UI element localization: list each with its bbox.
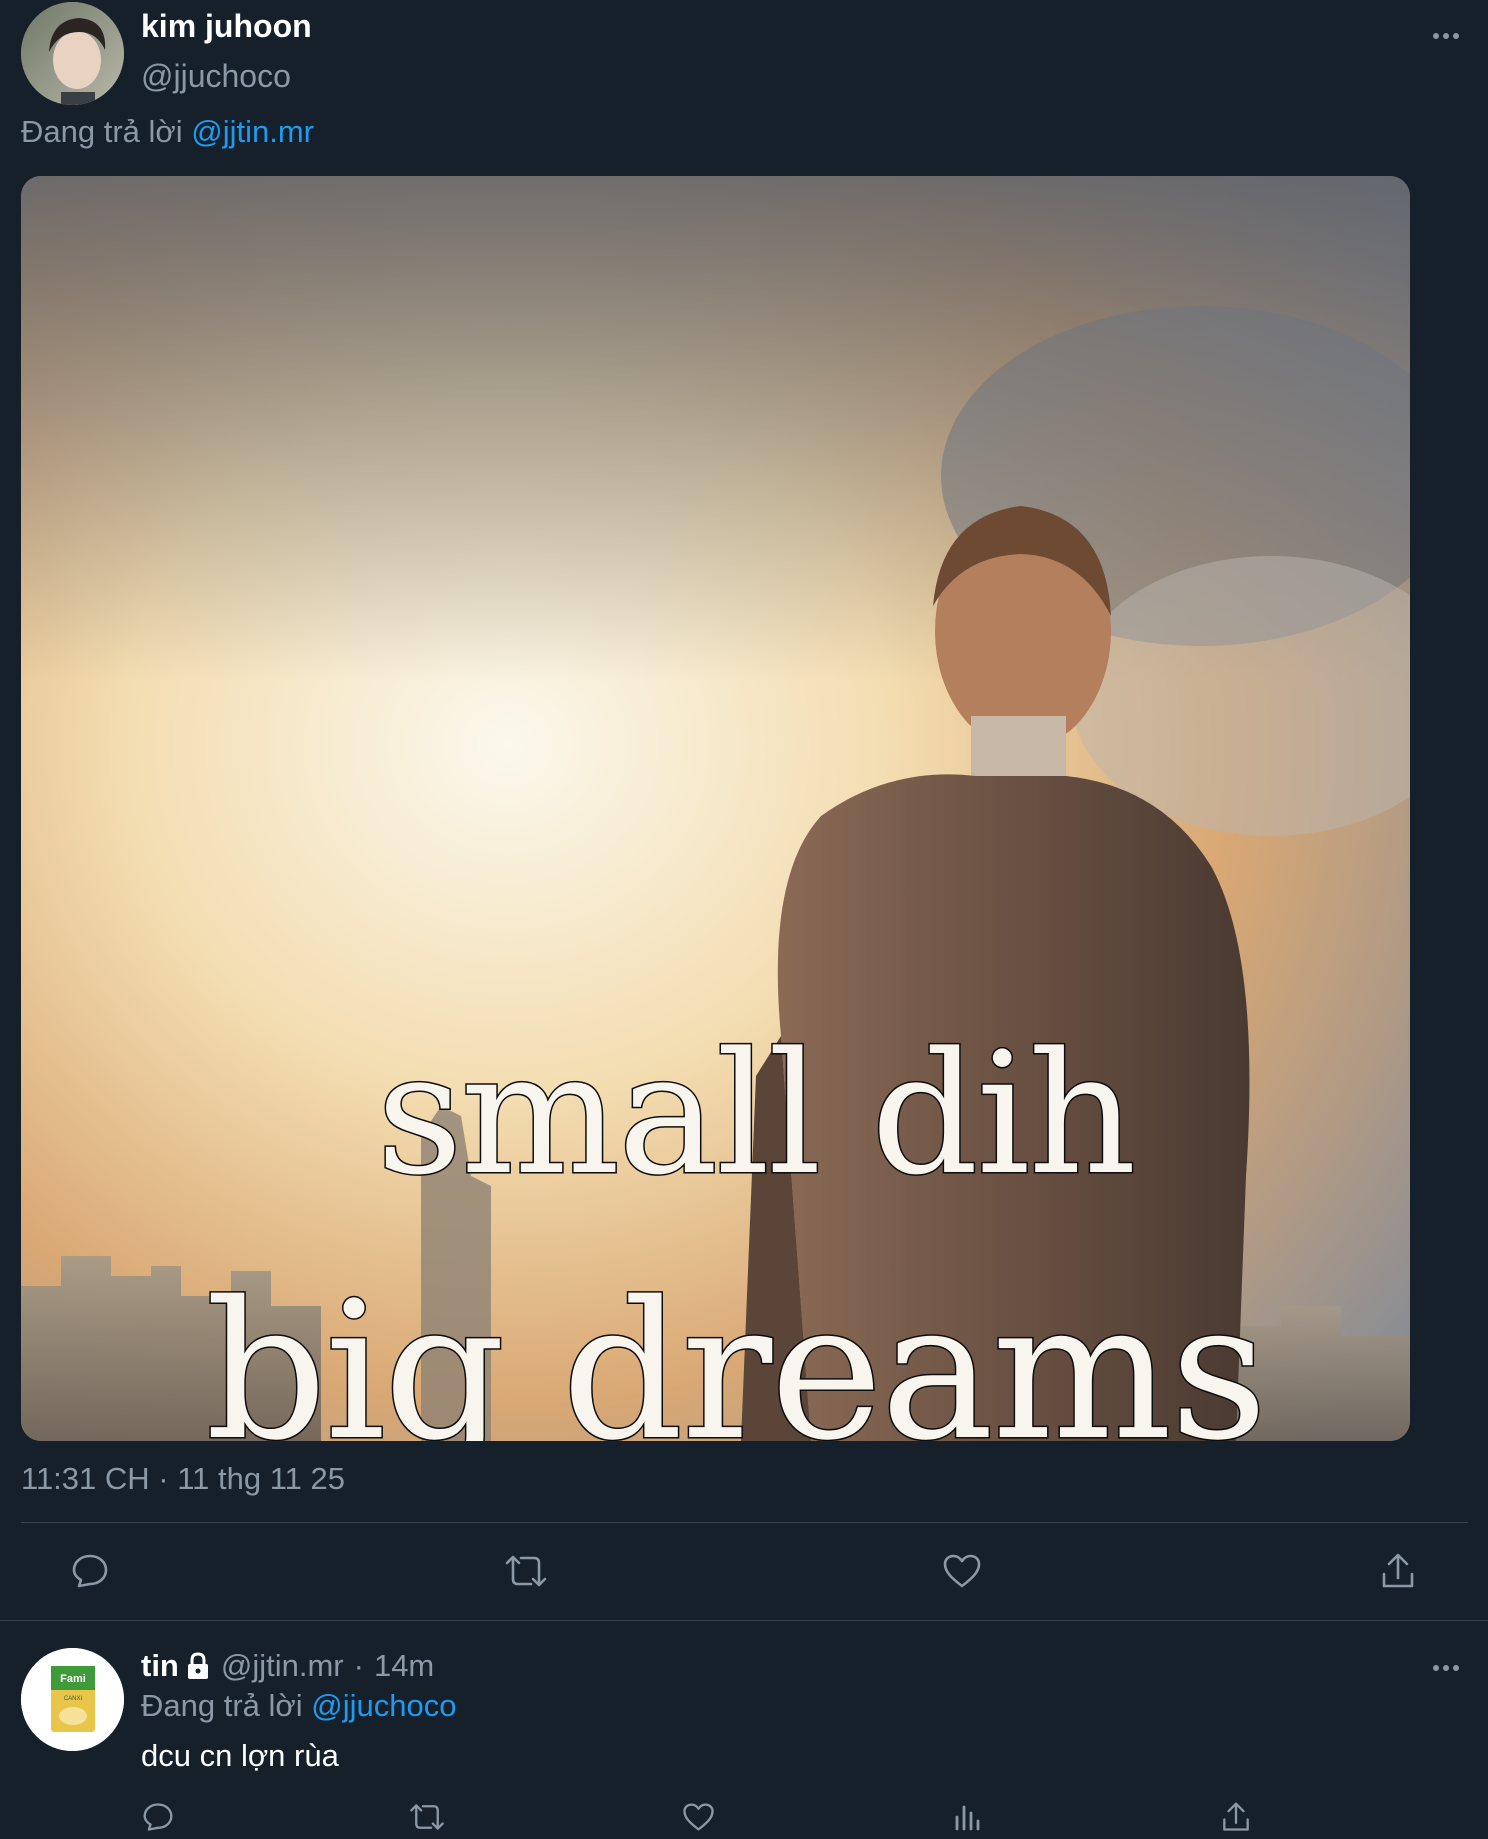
tweet-timestamp[interactable]: 11:31 CH · 11 thg 11 25 (21, 1461, 345, 1497)
reply-icon[interactable] (65, 1546, 115, 1596)
author-name[interactable]: kim juhoon (141, 8, 312, 45)
lock-icon (185, 1652, 211, 1680)
divider (0, 1620, 1488, 1621)
retweet-icon[interactable] (407, 1797, 447, 1837)
meta-separator: · (353, 1648, 364, 1683)
divider (21, 1522, 1468, 1523)
reply-replying-to: Đang trả lời @jjuchoco (141, 1688, 456, 1724)
retweet-icon[interactable] (501, 1546, 551, 1596)
meme-image (21, 176, 1410, 1441)
reply-header: tin @jjtin.mr · 14m (141, 1648, 434, 1684)
replying-to-mention[interactable]: @jjuchoco (311, 1688, 456, 1723)
reply-icon[interactable] (138, 1797, 178, 1837)
meme-caption-line2: big dreams (204, 1260, 1269, 1442)
tweet-image[interactable]: small dih big dreams (21, 176, 1410, 1441)
reply-time[interactable]: 14m (374, 1648, 434, 1684)
avatar[interactable] (21, 2, 124, 105)
avatar-brand-subtext: CANXI (64, 1696, 83, 1702)
tweet-detail-page: kim juhoon @jjuchoco Đang trả lời @jjtin… (0, 0, 1488, 1839)
reply-author-handle[interactable]: @jjtin.mr (221, 1648, 344, 1684)
like-icon[interactable] (678, 1797, 718, 1837)
share-icon[interactable] (1373, 1546, 1423, 1596)
more-options-icon[interactable] (1426, 16, 1466, 56)
meme-caption-line1: small dih (375, 1015, 1138, 1214)
views-icon[interactable] (947, 1797, 987, 1837)
avatar-brand-text: Fami (60, 1673, 86, 1685)
more-options-icon[interactable] (1426, 1648, 1466, 1688)
like-icon[interactable] (937, 1546, 987, 1596)
replying-to-label: Đang trả lời (21, 114, 183, 149)
replying-to-mention[interactable]: @jjtin.mr (191, 114, 314, 149)
share-icon[interactable] (1216, 1797, 1256, 1837)
reply-author-name[interactable]: tin (141, 1648, 179, 1684)
author-handle[interactable]: @jjuchoco (141, 58, 291, 95)
reply-text: dcu cn lợn rùa (141, 1738, 339, 1773)
reply-avatar[interactable]: Fami CANXI (21, 1648, 124, 1751)
replying-to: Đang trả lời @jjtin.mr (21, 114, 314, 150)
replying-to-label: Đang trả lời (141, 1688, 303, 1723)
